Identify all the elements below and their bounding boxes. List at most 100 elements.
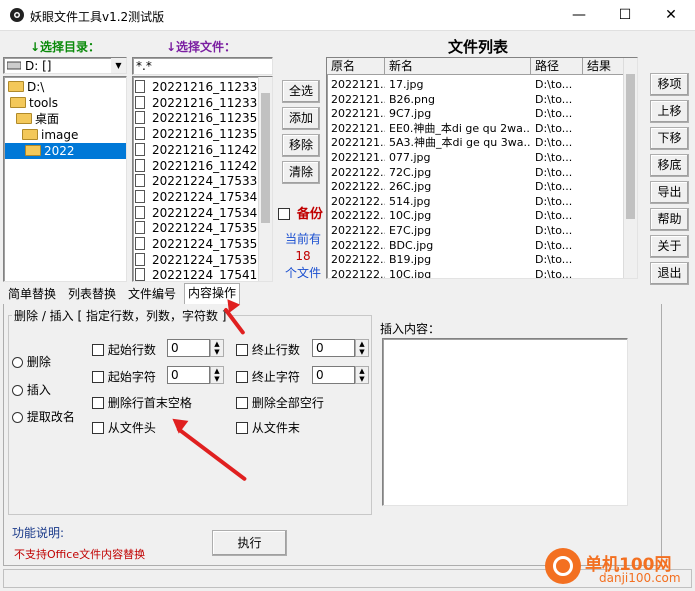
remove-button[interactable]: 移除 — [282, 134, 320, 157]
table-cell: BDC.jpg — [389, 238, 434, 252]
clear-button[interactable]: 清除 — [282, 161, 320, 184]
select-all-button[interactable]: 全选 — [282, 80, 320, 103]
list-item[interactable]: 20221224_175343_E — [135, 205, 272, 221]
close-button[interactable]: ✕ — [648, 0, 694, 31]
start-line-stepper[interactable]: 0 ▲ ▼ — [167, 339, 224, 357]
function-note: 不支持Office文件内容替换 — [14, 548, 146, 561]
spin-arrows-icon[interactable]: ▲ ▼ — [355, 366, 369, 384]
table-cell: D:\to... — [535, 136, 573, 150]
list-item[interactable]: 20221216_112332_A — [135, 79, 272, 95]
backup-option[interactable]: 备份 — [278, 203, 323, 222]
move-up-button[interactable]: 上移 — [650, 100, 689, 123]
rename-grid[interactable]: 原名 新名 路径 结果 2022121... 17.jpg D:\to... 2022… — [326, 57, 638, 279]
file-icon — [135, 80, 145, 93]
file-icon — [135, 111, 145, 125]
list-item[interactable]: 20221216_112359_4 — [135, 110, 272, 126]
from-tail-option[interactable]: 从文件末 — [236, 419, 300, 436]
list-item[interactable]: 20221216_112423_6 — [135, 142, 272, 158]
tree-item-desktop[interactable]: 桌面 — [16, 111, 59, 127]
file-list-scrollbar[interactable] — [258, 77, 272, 281]
insert-content-textarea[interactable] — [382, 338, 628, 506]
from-head-option[interactable]: 从文件头 — [92, 419, 156, 436]
table-cell: 2022122... — [331, 209, 385, 223]
backup-checkbox[interactable] — [278, 208, 290, 220]
list-item[interactable]: 20221216_112359_E — [135, 126, 272, 142]
file-list[interactable]: 20221216_112332_A 20221216_112332_C 202212… — [132, 76, 273, 282]
start-line-option[interactable]: 起始行数 — [92, 341, 156, 358]
list-item[interactable]: 20221224_175351_9 — [135, 220, 272, 236]
table-cell: 10C.jpg — [389, 209, 432, 223]
execute-button[interactable]: 执行 — [212, 530, 287, 556]
minimize-button[interactable]: — — [556, 0, 602, 31]
export-button[interactable]: 导出 — [650, 181, 689, 204]
list-item[interactable]: 20221224_175355_D — [135, 252, 272, 268]
spin-arrows-icon[interactable]: ▲ ▼ — [210, 339, 224, 357]
scroll-thumb[interactable] — [261, 93, 270, 223]
table-cell: 2022122... — [331, 180, 385, 194]
start-char-option[interactable]: 起始字符 — [92, 368, 156, 385]
table-cell: 10C.jpg — [389, 267, 432, 279]
table-cell: D:\to... — [535, 107, 573, 121]
col-header-path[interactable]: 路径 — [531, 58, 583, 75]
end-line-stepper[interactable]: 0 ▲ ▼ — [312, 339, 369, 357]
tree-item-2022-selected[interactable]: 2022 — [5, 143, 126, 159]
table-cell: D:\to... — [535, 78, 573, 91]
trim-spaces-option[interactable]: 删除行首末空格 — [92, 394, 192, 411]
tab-simple-replace[interactable]: 简单替换 — [5, 285, 59, 304]
tree-item-tools[interactable]: tools — [10, 95, 58, 111]
end-char-option[interactable]: 终止字符 — [236, 368, 300, 385]
list-item[interactable]: 20221224_175352_5 — [135, 236, 272, 252]
spin-arrows-icon[interactable]: ▲ ▼ — [355, 339, 369, 357]
insert-content-label: 插入内容： — [380, 322, 441, 336]
table-cell: 5A3.神曲_本di ge qu 3wa... — [389, 136, 531, 150]
end-line-option[interactable]: 终止行数 — [236, 341, 300, 358]
file-icon — [135, 205, 145, 219]
table-cell: 2022121... — [331, 107, 385, 121]
radio-delete[interactable]: 删除 — [12, 353, 51, 370]
table-cell: 9C7.jpg — [389, 107, 432, 121]
list-item[interactable]: 20221216_112332_C — [135, 95, 272, 111]
spin-arrows-icon[interactable]: ▲ ▼ — [210, 366, 224, 384]
col-header-result[interactable]: 结果 — [583, 58, 624, 75]
about-button[interactable]: 关于 — [650, 235, 689, 258]
file-icon — [135, 268, 145, 281]
tree-item-drive[interactable]: D:\ — [8, 79, 44, 95]
radio-extract-rename[interactable]: 提取改名 — [12, 408, 75, 425]
directory-tree[interactable]: D:\ tools 桌面 image 2022 — [3, 76, 127, 282]
file-icon — [135, 142, 145, 156]
delete-blank-lines-option[interactable]: 删除全部空行 — [236, 394, 324, 411]
scroll-thumb[interactable] — [626, 74, 635, 219]
table-cell: D:\to... — [535, 165, 573, 179]
help-button[interactable]: 帮助 — [650, 208, 689, 231]
move-down-button[interactable]: 下移 — [650, 127, 689, 150]
watermark-logo-icon — [545, 548, 581, 584]
chevron-down-icon[interactable]: ▼ — [111, 58, 126, 73]
col-header-original[interactable]: 原名 — [327, 58, 385, 75]
table-cell: 2022121... — [331, 121, 385, 135]
list-item[interactable]: 20221224_175339_6 — [135, 173, 272, 189]
table-cell: D:\to... — [535, 194, 573, 208]
maximize-button[interactable]: ☐ — [602, 0, 648, 31]
drive-value: D: [] — [25, 59, 52, 73]
tab-list-replace[interactable]: 列表替换 — [65, 285, 119, 304]
drive-select[interactable]: D: [] ▼ — [3, 57, 127, 74]
group-title: 删除 / 插入 [ 指定行数，列数，字符数 ] — [12, 307, 229, 324]
tree-item-image[interactable]: image — [22, 127, 78, 143]
tab-file-numbering[interactable]: 文件编号 — [125, 285, 179, 304]
add-button[interactable]: 添加 — [282, 107, 320, 130]
file-filter-input[interactable]: *.* — [132, 57, 273, 75]
grid-scrollbar[interactable] — [623, 58, 637, 278]
table-cell: D:\to... — [535, 267, 573, 279]
list-item[interactable]: 20221216_112423_7 — [135, 158, 272, 174]
file-icon — [135, 189, 145, 203]
col-header-new[interactable]: 新名 — [385, 58, 531, 75]
radio-insert[interactable]: 插入 — [12, 381, 51, 398]
exit-button[interactable]: 退出 — [650, 262, 689, 285]
move-bottom-button[interactable]: 移底 — [650, 154, 689, 177]
end-char-stepper[interactable]: 0 ▲ ▼ — [312, 366, 369, 384]
file-icon — [135, 237, 145, 250]
move-item-button[interactable]: 移项 — [650, 73, 689, 96]
start-char-stepper[interactable]: 0 ▲ ▼ — [167, 366, 224, 384]
list-item[interactable]: 20221224_175340_E — [135, 189, 272, 205]
list-item[interactable]: 20221224_175411_E — [135, 267, 272, 281]
